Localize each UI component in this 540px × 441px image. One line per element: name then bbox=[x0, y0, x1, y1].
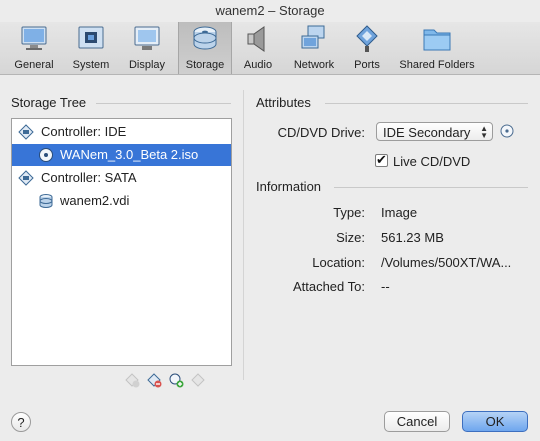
tab-general-label: General bbox=[14, 59, 54, 71]
tab-shared-folders-label: Shared Folders bbox=[399, 59, 475, 71]
sata-controller-icon bbox=[18, 170, 34, 186]
tree-item-iso[interactable]: WANem_3.0_Beta 2.iso bbox=[12, 144, 231, 166]
cancel-button[interactable]: Cancel bbox=[384, 411, 450, 432]
settings-toolbar: General System Display Storage Audio Net… bbox=[0, 22, 540, 75]
speaker-icon bbox=[247, 26, 265, 52]
display-icon bbox=[134, 26, 160, 50]
choose-disc-icon[interactable] bbox=[500, 124, 514, 138]
tab-ports[interactable]: Ports bbox=[346, 22, 388, 74]
help-button[interactable]: ? bbox=[11, 412, 31, 432]
ok-button[interactable]: OK bbox=[462, 411, 528, 432]
tab-network[interactable]: Network bbox=[286, 22, 342, 74]
add-attachment-icon[interactable] bbox=[168, 372, 184, 388]
tab-system[interactable]: System bbox=[64, 22, 118, 74]
tab-shared-folders[interactable]: Shared Folders bbox=[392, 22, 482, 74]
chip-icon bbox=[78, 26, 104, 49]
optical-disc-icon bbox=[39, 148, 53, 162]
tree-item-controller-ide[interactable]: Controller: IDE bbox=[12, 121, 231, 143]
window-title: wanem2 – Storage bbox=[215, 3, 325, 18]
tab-audio-label: Audio bbox=[243, 59, 273, 71]
tab-display[interactable]: Display bbox=[120, 22, 174, 74]
storage-tree[interactable]: Controller: IDE WANem_3.0_Beta 2.iso Con… bbox=[11, 118, 232, 366]
tree-item-label: Controller: IDE bbox=[41, 124, 127, 139]
type-value: Image bbox=[381, 205, 418, 220]
tab-storage[interactable]: Storage bbox=[178, 22, 232, 74]
ports-icon bbox=[356, 25, 378, 52]
location-value: /Volumes/500XT/WA... bbox=[381, 255, 512, 270]
checkmark-icon: ✔ bbox=[376, 152, 387, 167]
network-icon bbox=[301, 25, 325, 49]
hard-disk-icon bbox=[39, 194, 53, 208]
tree-item-label: Controller: SATA bbox=[41, 170, 137, 185]
tab-ports-label: Ports bbox=[354, 59, 380, 71]
tree-item-label: wanem2.vdi bbox=[60, 193, 130, 208]
panel-divider bbox=[243, 90, 244, 380]
tab-general[interactable]: General bbox=[6, 22, 62, 74]
type-label: Type: bbox=[333, 205, 365, 220]
attached-to-value: -- bbox=[381, 279, 390, 294]
tree-item-vdi[interactable]: wanem2.vdi bbox=[12, 190, 231, 212]
live-cd-checkbox[interactable]: ✔ bbox=[375, 152, 388, 167]
storage-settings-window: wanem2 – Storage General System Display … bbox=[0, 0, 540, 441]
tab-system-label: System bbox=[72, 59, 110, 71]
remove-attachment-icon[interactable] bbox=[190, 372, 206, 388]
remove-controller-icon[interactable] bbox=[146, 372, 162, 388]
storage-tree-title: Storage Tree bbox=[11, 95, 87, 110]
folder-icon bbox=[423, 29, 451, 51]
tree-item-controller-sata[interactable]: Controller: SATA bbox=[12, 167, 231, 189]
information-title: Information bbox=[256, 179, 322, 194]
information-rule bbox=[334, 187, 528, 188]
monitor-general-icon bbox=[21, 26, 47, 50]
cd-dvd-drive-label: CD/DVD Drive: bbox=[277, 125, 365, 140]
select-arrows-icon: ▲ ▼ bbox=[480, 124, 488, 140]
live-cd-label: Live CD/DVD bbox=[393, 154, 471, 169]
disk-stack-icon bbox=[193, 26, 217, 50]
ide-controller-icon bbox=[18, 124, 34, 140]
cd-dvd-drive-select[interactable]: IDE Secondary ▲ ▼ bbox=[376, 122, 493, 141]
tab-network-label: Network bbox=[293, 59, 335, 71]
size-value: 561.23 MB bbox=[381, 230, 444, 245]
tree-item-label: WANem_3.0_Beta 2.iso bbox=[60, 147, 199, 162]
location-label: Location: bbox=[312, 255, 365, 270]
attached-to-label: Attached To: bbox=[292, 279, 365, 294]
storage-tree-rule bbox=[96, 103, 231, 104]
attributes-rule bbox=[325, 103, 528, 104]
tab-display-label: Display bbox=[128, 59, 166, 71]
size-label: Size: bbox=[336, 230, 365, 245]
tab-storage-label: Storage bbox=[185, 59, 225, 71]
cd-dvd-drive-value: IDE Secondary bbox=[383, 125, 471, 140]
tab-audio[interactable]: Audio bbox=[236, 22, 280, 74]
attributes-title: Attributes bbox=[256, 95, 311, 110]
add-controller-icon[interactable] bbox=[124, 372, 140, 388]
